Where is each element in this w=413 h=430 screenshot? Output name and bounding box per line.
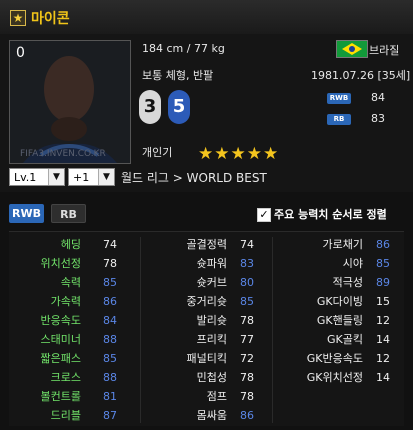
- stats-table: 헤딩 74 위치선정 78 속력 85 가속력 86 반응속도 84 스태미너 88 짧은패…: [9, 231, 404, 426]
- brazil-flag-icon: [336, 40, 368, 58]
- chevron-down-icon: ▼: [48, 169, 64, 185]
- plus-select[interactable]: +1 ▼: [68, 168, 115, 186]
- player-photo-icon: [10, 41, 130, 163]
- player-portrait: 0 FIFA3.INVEN.CO.KR: [9, 40, 131, 164]
- position-rating-rb: 83: [371, 112, 385, 125]
- league-info: 월드 리그 > WORLD BEST: [121, 171, 267, 185]
- popularity-stars: ★★★★★: [198, 144, 280, 164]
- title-bar: ★ 마이콘: [0, 0, 413, 35]
- player-name: 마이콘: [31, 11, 70, 27]
- sort-checkbox-label: 주요 능력치 순서로 정렬: [274, 208, 387, 221]
- popularity-label: 개인기: [142, 146, 173, 159]
- nationality: 브라질: [369, 44, 400, 57]
- chevron-down-icon: ▼: [98, 169, 114, 185]
- position-badge-rwb: RWB: [327, 93, 351, 104]
- body-type: 보통 체형, 반팔: [142, 69, 214, 82]
- column-divider: [140, 237, 141, 423]
- position-rating-rwb: 84: [371, 91, 385, 104]
- column-divider: [272, 237, 273, 423]
- tab-rb[interactable]: RB: [51, 204, 86, 223]
- level-select[interactable]: Lv.1 ▼: [9, 168, 65, 186]
- left-foot-icon: 3: [139, 90, 161, 124]
- right-foot-icon: 5: [168, 90, 190, 124]
- favorite-star-icon[interactable]: ★: [10, 10, 26, 26]
- tab-rwb[interactable]: RWB: [9, 204, 44, 223]
- watermark: FIFA3.INVEN.CO.KR: [20, 149, 106, 159]
- position-badge-rb: RB: [327, 114, 351, 125]
- birth-date: 1981.07.26 [35세]: [311, 69, 411, 82]
- sort-checkbox[interactable]: ✓: [257, 208, 271, 222]
- height-weight: 184 cm / 77 kg: [142, 42, 225, 55]
- player-number: 0: [16, 45, 25, 61]
